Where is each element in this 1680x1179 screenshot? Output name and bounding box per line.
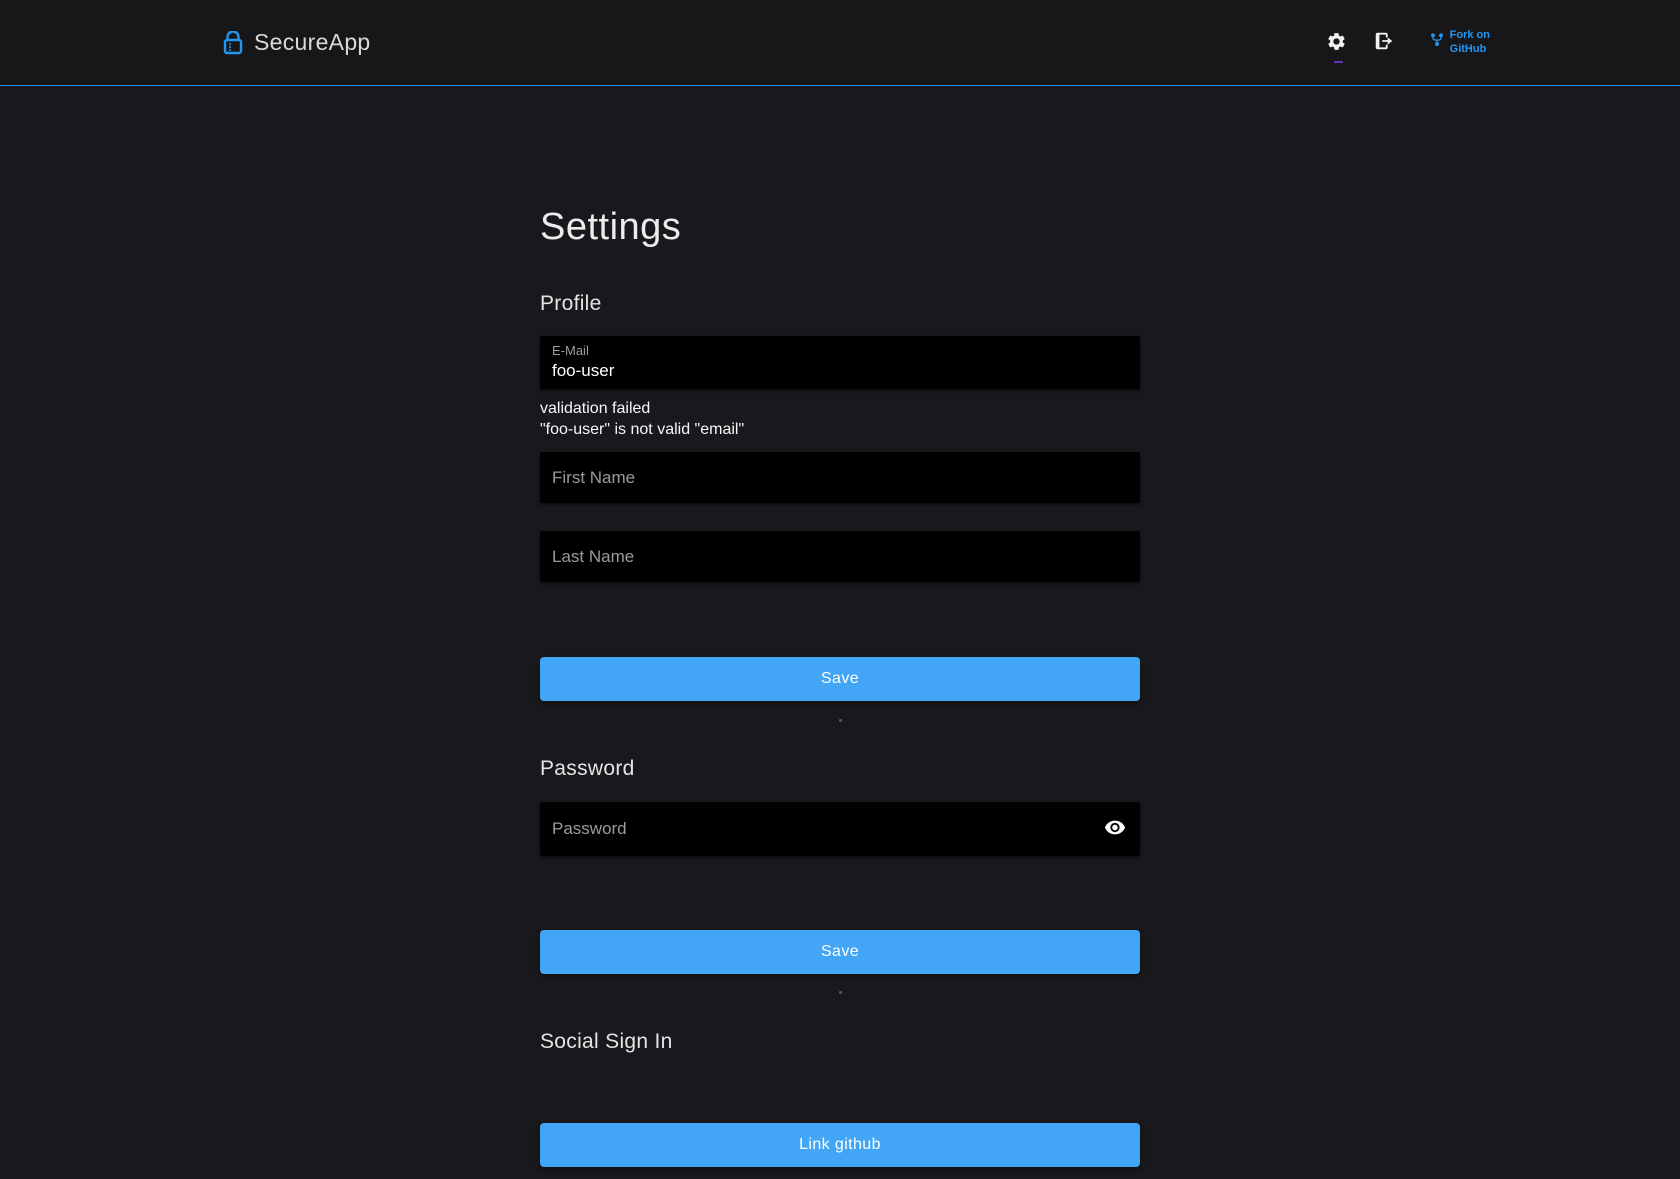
app-logo[interactable]: SecureApp xyxy=(222,29,371,56)
email-field[interactable]: E-Mail xyxy=(540,336,1140,389)
password-heading: Password xyxy=(540,756,1140,781)
profile-heading: Profile xyxy=(540,291,1140,316)
first-name-input[interactable] xyxy=(540,452,1140,503)
app-header: SecureApp xyxy=(0,0,1680,86)
email-input[interactable] xyxy=(552,360,1128,382)
toggle-password-visibility-button[interactable] xyxy=(1100,813,1130,846)
fork-on-github-link[interactable]: Fork on GitHub xyxy=(1429,29,1490,57)
eye-icon xyxy=(1104,817,1126,842)
link-github-button[interactable]: Link github xyxy=(540,1123,1140,1167)
lock-icon xyxy=(222,31,244,55)
section-divider-dot xyxy=(839,991,842,994)
social-sign-in-heading: Social Sign In xyxy=(540,1029,1140,1054)
password-save-button[interactable]: Save xyxy=(540,930,1140,974)
email-validation-error: validation failed "foo-user" is not vali… xyxy=(540,398,1140,440)
active-tab-indicator xyxy=(1334,61,1343,63)
gear-icon xyxy=(1326,31,1347,55)
app-title: SecureApp xyxy=(254,29,371,56)
password-input[interactable] xyxy=(540,802,1140,856)
settings-page: Settings Profile E-Mail validation faile… xyxy=(540,86,1140,1167)
settings-gear-button[interactable] xyxy=(1322,27,1351,59)
section-divider-dot xyxy=(839,719,842,722)
validation-error-line2: "foo-user" is not valid "email" xyxy=(540,419,1140,440)
page-title: Settings xyxy=(540,204,1140,250)
password-field xyxy=(540,802,1140,856)
last-name-input[interactable] xyxy=(540,531,1140,582)
email-label: E-Mail xyxy=(552,343,1128,359)
profile-save-button[interactable]: Save xyxy=(540,657,1140,701)
logout-button[interactable] xyxy=(1369,26,1399,59)
logout-icon xyxy=(1373,30,1395,55)
fork-link-label: Fork on GitHub xyxy=(1450,29,1490,57)
validation-error-line1: validation failed xyxy=(540,398,1140,419)
header-actions: Fork on GitHub xyxy=(1322,26,1490,59)
fork-icon xyxy=(1429,32,1445,53)
